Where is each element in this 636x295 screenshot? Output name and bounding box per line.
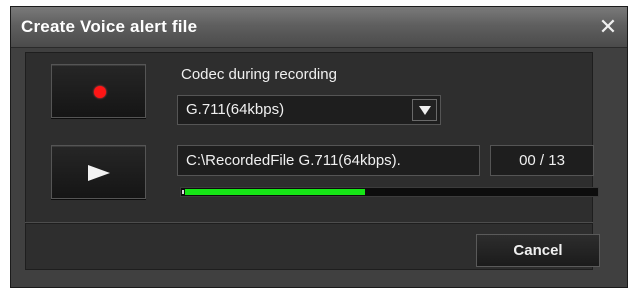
progress-bar (180, 187, 599, 197)
codec-selected-value: G.711(64kbps) (186, 101, 285, 118)
title-bar[interactable]: Create Voice alert file ✕ (11, 7, 627, 48)
recorded-file-path: C:\RecordedFile G.711(64kbps). (186, 152, 401, 169)
cancel-button[interactable]: Cancel (476, 234, 600, 267)
record-button[interactable] (51, 64, 146, 118)
panel-divider (25, 222, 593, 223)
codec-select[interactable]: G.711(64kbps) (177, 95, 441, 125)
recorded-file-field[interactable]: C:\RecordedFile G.711(64kbps). (177, 145, 480, 176)
play-button[interactable] (51, 145, 146, 199)
record-dot-icon (94, 86, 106, 98)
progress-marker (182, 190, 184, 194)
codec-label: Codec during recording (181, 66, 337, 83)
close-icon[interactable]: ✕ (595, 14, 621, 40)
play-icon (88, 165, 110, 181)
dialog-title: Create Voice alert file (21, 17, 198, 36)
counter-value: 00 / 13 (519, 152, 565, 169)
progress-fill (185, 189, 365, 195)
chevron-down-icon[interactable] (412, 99, 437, 121)
counter-field: 00 / 13 (490, 145, 594, 176)
